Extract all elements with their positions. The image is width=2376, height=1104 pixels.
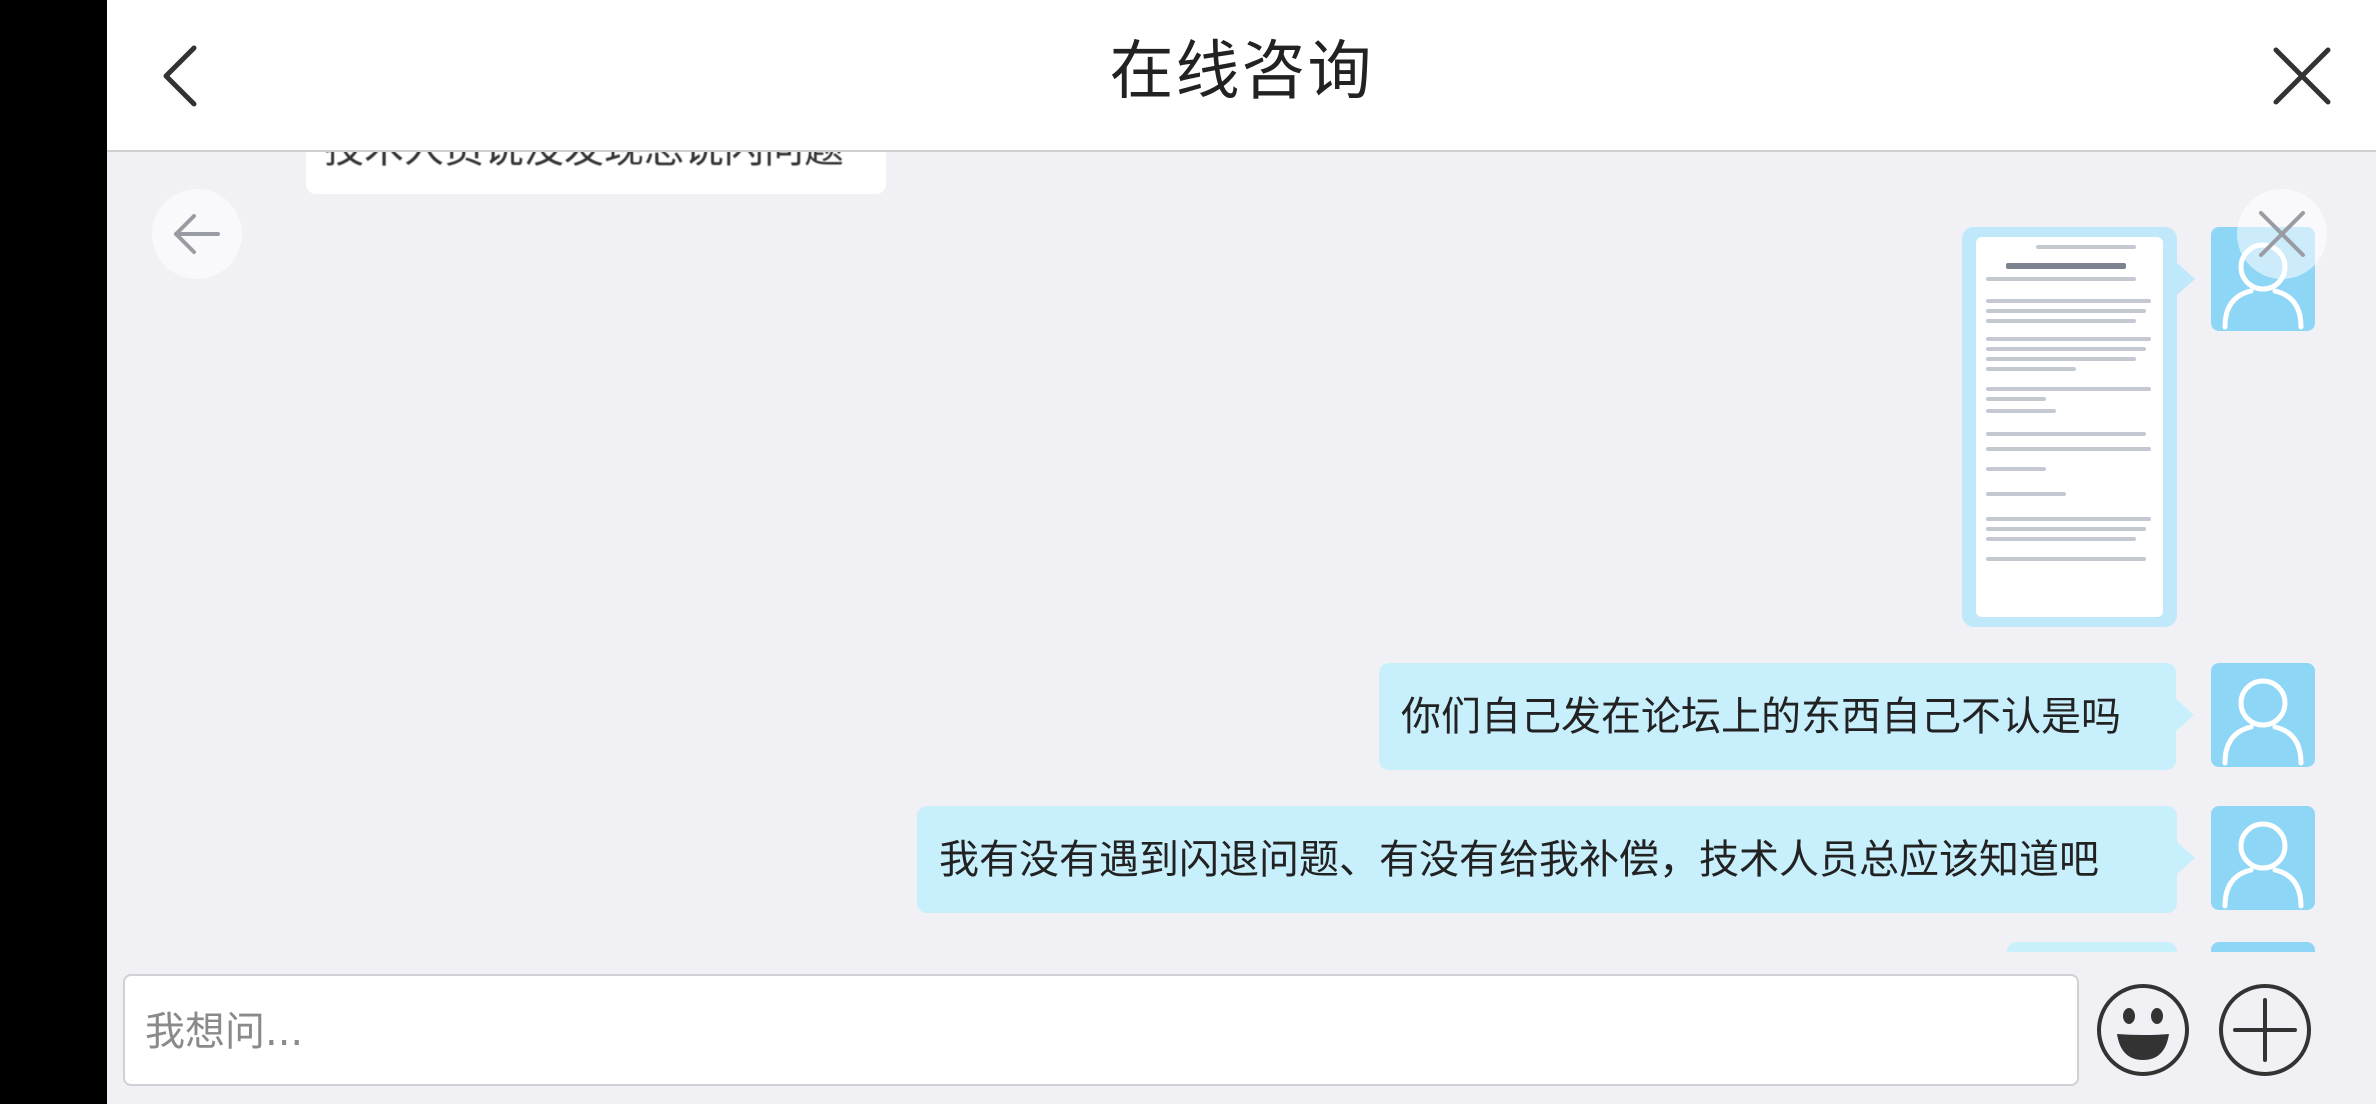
emoji-button[interactable]: [2093, 980, 2193, 1080]
chat-screen: 在线咨询 技术人员说没发现总说闪问题: [107, 0, 2376, 1104]
sent-message-bubble[interactable]: [2007, 942, 2177, 952]
add-attachment-button[interactable]: [2215, 980, 2315, 1080]
arrow-left-icon: [174, 214, 220, 254]
smiley-icon: [2097, 984, 2189, 1076]
sent-message-bubble[interactable]: 你们自己发在论坛上的东西自己不认是吗: [1379, 663, 2194, 770]
image-message-bubble[interactable]: [1962, 227, 2195, 627]
message-list[interactable]: 技术人员说没发现总说闪问题: [107, 152, 2376, 952]
sent-message-text: 你们自己发在论坛上的东西自己不认是吗: [1401, 694, 2121, 740]
avatar[interactable]: [2211, 663, 2315, 767]
avatar[interactable]: [2211, 942, 2315, 952]
input-bar: [107, 952, 2376, 1104]
received-message-text: 技术人员说没发现总说闪问题: [324, 152, 844, 174]
header-bar: 在线咨询: [107, 0, 2376, 152]
close-icon: [2259, 211, 2305, 257]
close-icon: [2273, 47, 2331, 105]
user-avatar-icon: [2222, 678, 2304, 766]
plus-circle-icon: [2219, 984, 2311, 1076]
avatar[interactable]: [2211, 806, 2315, 910]
user-avatar-icon: [2211, 942, 2315, 952]
message-input-container[interactable]: [123, 974, 2079, 1086]
sent-message-bubble[interactable]: 我有没有遇到闪退问题、有没有给我补偿，技术人员总应该知道吧: [917, 806, 2195, 913]
screenshot-thumbnail[interactable]: [1976, 237, 2163, 617]
user-avatar-icon: [2222, 821, 2304, 909]
page-title: 在线咨询: [1109, 35, 1374, 109]
close-button[interactable]: [2262, 36, 2342, 116]
floating-close-button[interactable]: [2237, 189, 2327, 279]
message-input[interactable]: [143, 996, 2047, 1068]
floating-back-button[interactable]: [152, 189, 242, 279]
sent-message-text: 我有没有遇到闪退问题、有没有给我补偿，技术人员总应该知道吧: [939, 837, 2099, 883]
received-message-bubble: 技术人员说没发现总说闪问题: [306, 152, 886, 194]
